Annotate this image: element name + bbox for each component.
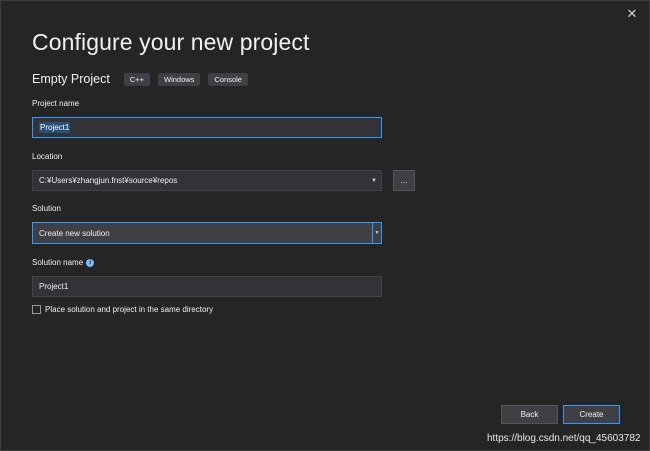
tag-console: Console (208, 72, 248, 86)
solution-select[interactable]: Create new solution ▼ (32, 222, 382, 244)
browse-button[interactable]: ... (393, 170, 415, 191)
dialog-window: ✕ Configure your new project Empty Proje… (0, 0, 650, 451)
solution-name-value: Project1 (39, 282, 69, 291)
close-icon[interactable]: ✕ (623, 5, 641, 23)
chevron-down-icon[interactable]: ▼ (371, 178, 377, 184)
solution-selected-value: Create new solution (39, 228, 110, 238)
tag-windows: Windows (158, 72, 201, 86)
template-info: Empty Project C++ Windows Console (32, 72, 248, 86)
page-title: Configure your new project (32, 29, 310, 55)
location-combo[interactable]: C:¥Users¥zhangjun.fnst¥source¥repos ▼ (32, 170, 382, 191)
chevron-down-icon[interactable]: ▼ (372, 223, 381, 243)
info-icon[interactable]: i (86, 258, 95, 267)
template-name: Empty Project (32, 72, 110, 86)
solution-name-label-row: Solution name i (32, 258, 95, 267)
project-name-value: Project1 (39, 122, 71, 133)
watermark-text: https://blog.csdn.net/qq_45603782 (487, 433, 641, 444)
project-name-label: Project name (32, 99, 80, 108)
tag-cpp: C++ (123, 72, 150, 86)
create-button[interactable]: Create (563, 405, 620, 424)
location-value: C:¥Users¥zhangjun.fnst¥source¥repos (39, 176, 178, 185)
location-label: Location (32, 152, 63, 161)
same-directory-checkbox[interactable] (32, 305, 41, 314)
solution-name-label: Solution name (32, 258, 84, 267)
solution-label: Solution (32, 204, 61, 213)
back-button[interactable]: Back (501, 405, 558, 424)
same-directory-option[interactable]: Place solution and project in the same d… (32, 305, 213, 314)
solution-name-input[interactable]: Project1 (32, 276, 382, 297)
same-directory-label: Place solution and project in the same d… (45, 305, 214, 314)
project-name-input[interactable]: Project1 (32, 117, 382, 138)
